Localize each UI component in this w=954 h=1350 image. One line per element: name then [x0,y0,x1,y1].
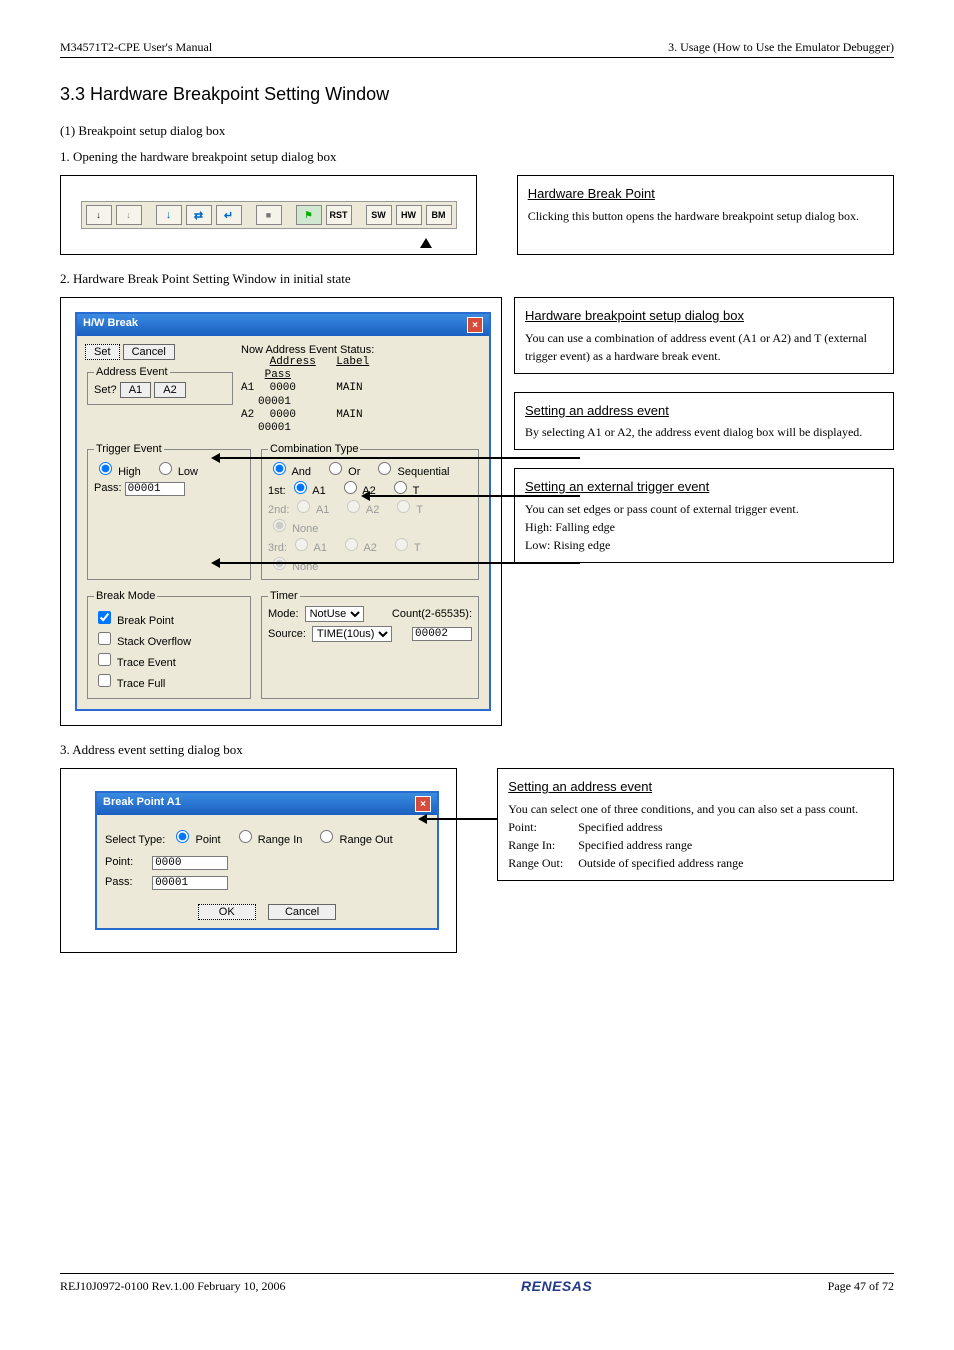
page-header: M34571T2-CPE User's Manual 3. Usage (How… [60,40,894,58]
callout-title: Hardware Break Point [528,184,883,204]
close-icon[interactable]: × [415,796,431,812]
trace-event-check[interactable]: Trace Event [94,650,244,669]
or-radio[interactable]: Or [324,466,360,478]
bp-panel: Break Point A1 × Select Type: Point Rang… [60,768,457,953]
stack-overflow-check[interactable]: Stack Overflow [94,629,244,648]
pass-input[interactable] [152,876,228,890]
section-title: 3.3 Hardware Breakpoint Setting Window [60,84,894,105]
callout-trigger-event: Setting an external trigger event You ca… [514,468,894,563]
step-2-label: 2. Hardware Break Point Setting Window i… [60,271,894,287]
subsection-heading: (1) Breakpoint setup dialog box [60,123,894,139]
step-3-label: 3. Address event setting dialog box [60,742,894,758]
break-mode-group: Break Mode Break Point Stack Overflow Tr… [87,590,251,699]
hw-break-title: H/W Break [83,317,138,333]
header-right: 3. Usage (How to Use the Emulator Debugg… [668,40,894,55]
arrow-icon [370,495,580,497]
and-radio[interactable]: And [268,466,311,478]
flag-icon[interactable]: ⚑ [296,205,322,225]
seq-radio[interactable]: Sequential [373,466,449,478]
header-left: M34571T2-CPE User's Manual [60,40,212,55]
rst-button[interactable]: RST [326,205,352,225]
range-in-radio[interactable]: Range In [234,834,303,846]
timer-count-input[interactable] [412,627,472,641]
hw-break-window: H/W Break × Set Cancel Address Event Se [75,312,491,711]
footer-right: Page 47 of 72 [828,1279,894,1294]
step-down-icon[interactable]: ↓ [86,205,112,225]
timer-mode-select[interactable]: NotUse [305,606,364,622]
cancel-button[interactable]: Cancel [123,344,175,360]
arrow-icon [220,457,580,459]
ok-button[interactable]: OK [198,904,256,920]
status-label: Now Address Event Status: [241,344,481,356]
callout-body: Clicking this button opens the hardware … [528,207,883,225]
pointer-arrow-icon [420,238,432,248]
break-point-check[interactable]: Break Point [94,608,244,627]
bm-button[interactable]: BM [426,205,452,225]
callout-setup-dialog: Hardware breakpoint setup dialog box You… [514,297,894,374]
sw-button[interactable]: SW [366,205,392,225]
return-icon[interactable]: ↵ [216,205,242,225]
callout-address-event-detail: Setting an address event You can select … [497,768,894,881]
status-table: Address Label Pass A1 0000 MAIN 00001 [241,356,481,435]
callout-address-event: Setting an address event By selecting A1… [514,392,894,451]
toolbar-panel: ↓ ↓ ↓ ⇄ ↵ ■ ⚑ RST SW HW BM [60,175,477,255]
low-radio[interactable]: Low [154,466,198,478]
step-over-icon[interactable]: ↓ [116,205,142,225]
set-button[interactable]: Set [85,344,120,360]
point-input[interactable] [152,856,228,870]
high-radio[interactable]: High [94,466,141,478]
bp-title: Break Point A1 [103,796,181,812]
step-1-label: 1. Opening the hardware breakpoint setup… [60,149,894,165]
point-radio[interactable]: Point [171,834,220,846]
range-out-radio[interactable]: Range Out [315,834,392,846]
hw-break-panel: H/W Break × Set Cancel Address Event Se [60,297,502,726]
arrow-icon [427,818,497,820]
stop-icon[interactable]: ■ [256,205,282,225]
timer-group: Timer Mode: NotUse Count(2-65535): Sourc… [261,590,479,699]
footer-left: REJ10J0972-0100 Rev.1.00 February 10, 20… [60,1279,286,1294]
callout-hw-breakpoint-button: Hardware Break Point Clicking this butto… [517,175,894,255]
trigger-event-group: Trigger Event High Low Pass: [87,443,251,580]
timer-source-select[interactable]: TIME(10us) [312,626,392,642]
go-option-icon[interactable]: ⇄ [186,205,212,225]
hw-button[interactable]: HW [396,205,422,225]
break-point-window: Break Point A1 × Select Type: Point Rang… [95,791,439,930]
trace-full-check[interactable]: Trace Full [94,671,244,690]
trigger-pass-input[interactable] [125,482,185,496]
go-icon[interactable]: ↓ [156,205,182,225]
a1-button[interactable]: A1 [120,382,151,398]
page-footer: REJ10J0972-0100 Rev.1.00 February 10, 20… [60,1273,894,1294]
close-icon[interactable]: × [467,317,483,333]
combination-type-group: Combination Type And Or Sequential 1st: … [261,443,479,580]
cancel-button[interactable]: Cancel [268,904,336,920]
a2-button[interactable]: A2 [154,382,185,398]
arrow-icon [220,562,580,564]
address-event-group: Address Event Set? A1 A2 [87,366,233,405]
toolbar: ↓ ↓ ↓ ⇄ ↵ ■ ⚑ RST SW HW BM [81,201,457,229]
brand-logo: RENESAS [521,1278,592,1294]
